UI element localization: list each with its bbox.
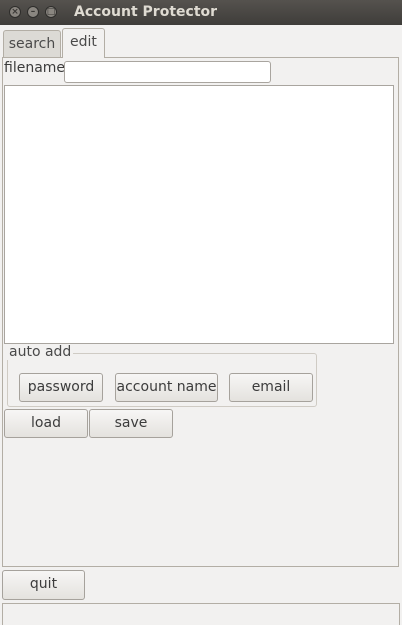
maximize-icon[interactable]: □ [45,6,57,18]
filename-input[interactable] [64,61,271,83]
content-textarea[interactable] [4,85,394,344]
close-icon[interactable]: × [9,6,21,18]
window-title: Account Protector [74,4,218,20]
tab-edit[interactable]: edit [62,28,105,58]
account-name-button[interactable]: account name [115,373,218,402]
save-button[interactable]: save [89,409,173,438]
title-bar: × – □ Account Protector [0,0,402,25]
quit-button[interactable]: quit [2,570,85,600]
minimize-icon[interactable]: – [27,6,39,18]
load-button[interactable]: load [4,409,88,438]
edit-panel: filename auto add password account name … [2,57,399,567]
password-button[interactable]: password [19,373,103,402]
filename-label: filename [4,60,66,76]
email-button[interactable]: email [229,373,313,402]
auto-add-label: auto add [7,344,74,360]
status-bar [2,603,400,625]
tab-search[interactable]: search [3,30,61,58]
